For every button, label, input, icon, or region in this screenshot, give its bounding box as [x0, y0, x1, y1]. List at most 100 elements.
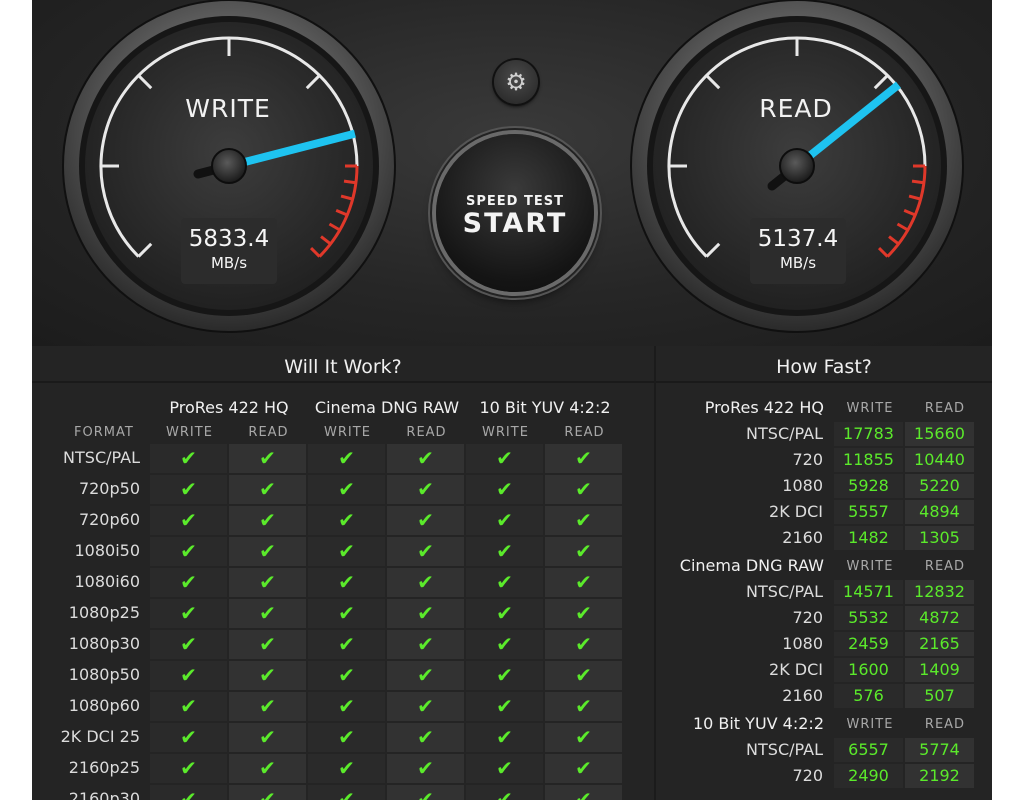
read-fps-value: 1409	[905, 658, 974, 682]
write-column-header: WRITE	[166, 425, 213, 440]
check-icon: ✔	[150, 568, 227, 597]
check-icon: ✔	[308, 568, 385, 597]
write-column-header: WRITE	[846, 717, 894, 732]
check-icon: ✔	[229, 444, 306, 473]
write-fps-value: 2459	[834, 632, 903, 656]
will-it-work-panel: Will It Work? FORMAT ProRes 422 HQ WRITE R…	[32, 346, 654, 800]
check-icon: ✔	[308, 723, 385, 752]
check-icon: ✔	[308, 661, 385, 690]
check-icon: ✔	[387, 692, 464, 721]
check-icon: ✔	[229, 475, 306, 504]
format-row-label: NTSC/PAL	[63, 448, 140, 467]
read-fps-value: 15660	[905, 422, 974, 446]
panel-divider	[32, 381, 654, 383]
start-button-line2: START	[462, 208, 568, 239]
resolution-row-label: 2K DCI	[769, 502, 823, 521]
read-column-header: READ	[924, 717, 966, 732]
format-row-label: 1080p30	[68, 634, 140, 653]
resolution-row-label: 2160	[782, 686, 823, 705]
resolution-row-label: 2160	[782, 528, 823, 547]
check-icon: ✔	[150, 785, 227, 800]
format-group-header: Cinema DNG RAW	[314, 398, 460, 417]
format-row-label: 720p50	[78, 479, 140, 498]
write-fps-value: 576	[834, 684, 903, 708]
write-gauge-title: WRITE	[185, 94, 271, 123]
check-icon: ✔	[545, 692, 622, 721]
check-icon: ✔	[229, 630, 306, 659]
check-icon: ✔	[545, 723, 622, 752]
write-fps-value: 11855	[834, 448, 903, 472]
read-speed-value: 5137.4	[757, 226, 839, 252]
check-icon: ✔	[387, 537, 464, 566]
check-icon: ✔	[229, 537, 306, 566]
check-icon: ✔	[150, 475, 227, 504]
check-icon: ✔	[466, 723, 543, 752]
how-fast-title: How Fast?	[776, 356, 872, 378]
check-icon: ✔	[229, 723, 306, 752]
format-row-label: 2K DCI 25	[60, 727, 140, 746]
read-needle-hub	[779, 148, 815, 184]
read-fps-value: 5220	[905, 474, 974, 498]
resolution-row-label: 1080	[782, 634, 823, 653]
check-icon: ✔	[466, 506, 543, 535]
check-icon: ✔	[387, 475, 464, 504]
write-column-header: WRITE	[846, 559, 894, 574]
check-icon: ✔	[229, 568, 306, 597]
resolution-row-label: 720	[792, 608, 823, 627]
speed-group-header: Cinema DNG RAW	[679, 556, 824, 575]
check-icon: ✔	[150, 537, 227, 566]
write-fps-value: 5532	[834, 606, 903, 630]
check-icon: ✔	[545, 785, 622, 800]
check-icon: ✔	[308, 444, 385, 473]
check-icon: ✔	[545, 754, 622, 783]
format-row-label: 720p60	[78, 510, 140, 529]
settings-button[interactable]: ⚙	[494, 60, 538, 104]
read-column-header: READ	[924, 401, 966, 416]
check-icon: ✔	[387, 630, 464, 659]
check-icon: ✔	[545, 661, 622, 690]
read-column-header: READ	[564, 425, 605, 440]
write-speed-unit: MB/s	[210, 254, 248, 272]
check-icon: ✔	[387, 599, 464, 628]
read-column-header: READ	[406, 425, 447, 440]
check-icon: ✔	[308, 475, 385, 504]
read-fps-value: 12832	[905, 580, 974, 604]
check-icon: ✔	[229, 754, 306, 783]
write-fps-value: 6557	[834, 738, 903, 762]
check-icon: ✔	[308, 537, 385, 566]
write-speed-value: 5833.4	[188, 226, 270, 252]
check-icon: ✔	[545, 599, 622, 628]
format-group-header: 10 Bit YUV 4:2:2	[479, 398, 611, 417]
write-fps-value: 5928	[834, 474, 903, 498]
format-row-label: 2160p30	[68, 789, 140, 800]
write-fps-value: 2490	[834, 764, 903, 788]
write-fps-value: 5557	[834, 500, 903, 524]
check-icon: ✔	[545, 506, 622, 535]
speed-test-start-button[interactable]: SPEED TEST START	[436, 134, 594, 292]
write-fps-value: 17783	[834, 422, 903, 446]
write-column-header: WRITE	[846, 401, 894, 416]
read-readout: 5137.4 MB/s	[750, 218, 846, 284]
read-fps-value: 5774	[905, 738, 974, 762]
resolution-row-label: NTSC/PAL	[746, 740, 823, 759]
check-icon: ✔	[150, 444, 227, 473]
check-icon: ✔	[229, 661, 306, 690]
check-icon: ✔	[387, 785, 464, 800]
check-icon: ✔	[387, 444, 464, 473]
read-fps-value: 4894	[905, 500, 974, 524]
gauge-area: WRITE 5833.4 MB/s READ 5137.4 MB/s ⚙ SPE…	[32, 0, 992, 346]
check-icon: ✔	[466, 630, 543, 659]
disk-speed-test-window: WRITE 5833.4 MB/s READ 5137.4 MB/s ⚙ SPE…	[32, 0, 992, 800]
write-fps-value: 1482	[834, 526, 903, 550]
write-column-header: WRITE	[324, 425, 371, 440]
check-icon: ✔	[387, 723, 464, 752]
format-row-label: 1080i50	[74, 541, 140, 560]
check-icon: ✔	[387, 661, 464, 690]
read-fps-value: 2192	[905, 764, 974, 788]
write-needle-hub	[211, 148, 247, 184]
read-fps-value: 1305	[905, 526, 974, 550]
resolution-row-label: 2K DCI	[769, 660, 823, 679]
check-icon: ✔	[150, 661, 227, 690]
resolution-row-label: 720	[792, 766, 823, 785]
format-row-label: 1080i60	[74, 572, 140, 591]
